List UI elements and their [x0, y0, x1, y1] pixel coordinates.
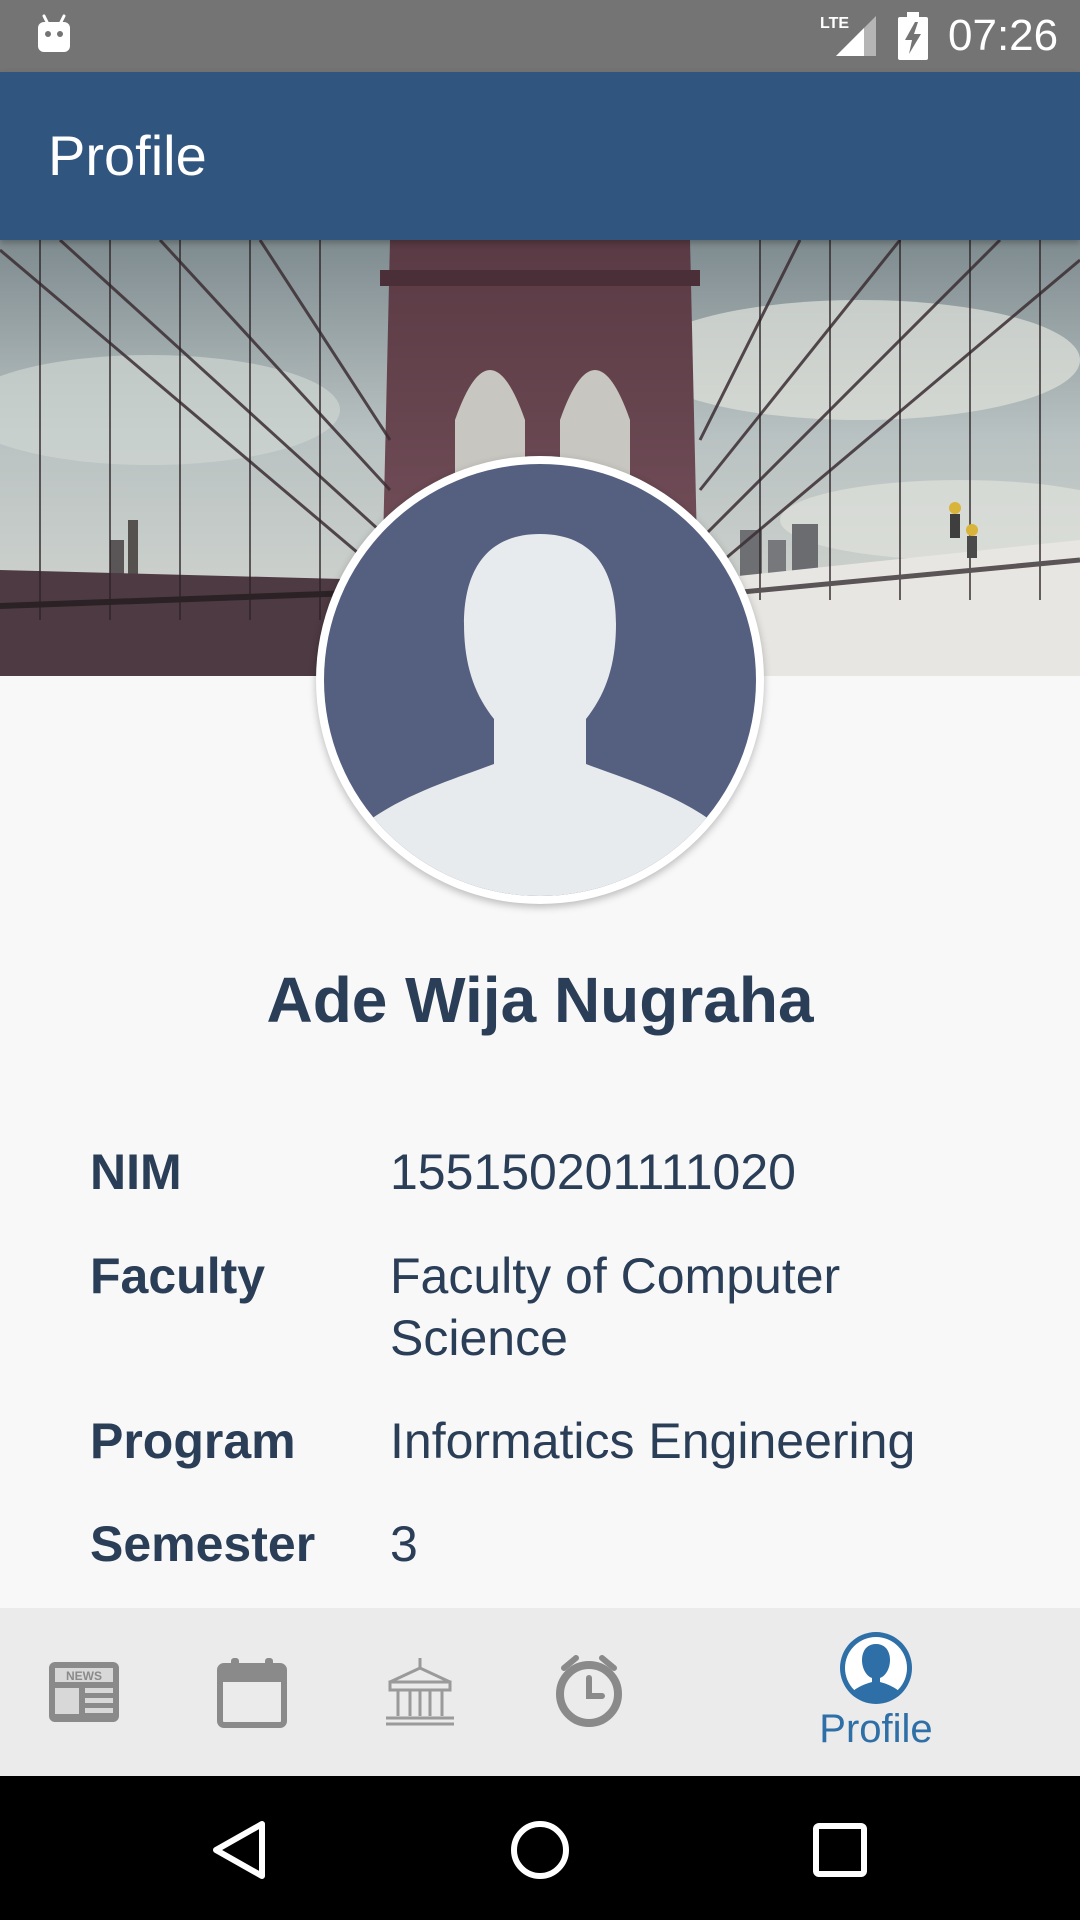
semester-value: 3 — [390, 1516, 418, 1572]
svg-text:NEWS: NEWS — [66, 1669, 102, 1683]
nav-profile-label: Profile — [819, 1707, 933, 1751]
calendar-icon — [217, 1658, 287, 1728]
nim-value: 155150201111020 — [390, 1144, 796, 1200]
program-label: Program — [90, 1413, 296, 1469]
recents-icon[interactable] — [800, 1810, 880, 1890]
status-bar: LTE 07:26 — [0, 0, 1080, 72]
page-title: Profile — [48, 124, 207, 187]
semester-label: Semester — [90, 1516, 316, 1572]
building-icon — [386, 1658, 454, 1726]
nav-item-calendar[interactable] — [168, 1608, 336, 1776]
nav-item-building[interactable] — [336, 1608, 504, 1776]
back-icon[interactable] — [200, 1810, 280, 1890]
default-avatar-icon — [324, 464, 756, 896]
news-icon: NEWS — [49, 1662, 119, 1722]
status-time: 07:26 — [948, 11, 1059, 60]
program-value: Informatics Engineering — [390, 1413, 916, 1469]
faculty-value: Faculty of Computer Science — [390, 1248, 841, 1366]
nav-item-clock[interactable] — [504, 1608, 672, 1776]
faculty-label: Faculty — [90, 1248, 266, 1304]
app-bar: Profile — [0, 72, 1080, 240]
avatar[interactable] — [316, 456, 764, 904]
home-icon[interactable] — [500, 1810, 580, 1890]
profile-name: Ade Wija Nugraha — [266, 964, 814, 1036]
nim-label: NIM — [90, 1144, 182, 1200]
system-navigation-bar — [0, 1776, 1080, 1920]
profile-screen: LTE 07:26 Profile Ade Wija Nugraha NIM 1… — [0, 0, 1080, 1920]
android-icon — [38, 14, 70, 52]
profile-icon — [840, 1632, 912, 1704]
bottom-navigation: NEWS Profile — [0, 1608, 1080, 1776]
nav-item-news[interactable]: NEWS — [0, 1608, 168, 1776]
lte-label: LTE — [820, 15, 849, 32]
nav-item-profile[interactable]: Profile — [796, 1608, 956, 1776]
clock-icon — [556, 1655, 622, 1727]
lte-signal-icon: LTE — [820, 15, 876, 56]
battery-charging-icon — [898, 12, 928, 60]
